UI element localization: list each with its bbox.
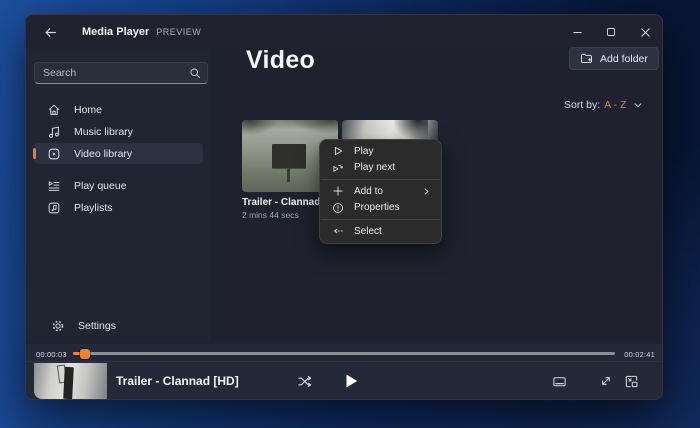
thumbnail-art	[272, 144, 306, 168]
maximize-button[interactable]	[594, 15, 628, 49]
video-library-icon	[47, 147, 61, 161]
media-player-window: Media Player PREVIEW	[25, 14, 663, 400]
shuffle-icon	[297, 374, 312, 389]
play-icon	[342, 372, 360, 390]
sidebar: Home Music library Video library	[26, 49, 211, 342]
close-button[interactable]	[628, 15, 662, 49]
sort-label: Sort by:	[564, 99, 600, 111]
playlists-icon	[47, 201, 61, 215]
subtitles-icon	[552, 374, 567, 389]
gear-icon	[51, 319, 65, 333]
app-title-group: Media Player PREVIEW	[82, 26, 201, 38]
maximize-icon	[606, 27, 616, 37]
sidebar-item-label: Playlists	[74, 202, 113, 214]
add-icon	[332, 185, 344, 197]
search-icon[interactable]	[189, 67, 201, 79]
subtitles-button[interactable]	[547, 362, 571, 400]
menu-item-select[interactable]: Select	[320, 223, 441, 240]
sort-control[interactable]: Sort by: A - Z	[564, 99, 643, 111]
home-icon	[47, 103, 61, 117]
menu-item-label: Properties	[354, 202, 400, 213]
menu-item-play[interactable]: Play	[320, 143, 441, 160]
shuffle-button[interactable]	[292, 362, 316, 400]
menu-item-properties[interactable]: Properties	[320, 200, 441, 217]
play-button[interactable]	[338, 362, 364, 400]
window-controls	[560, 15, 662, 49]
add-folder-icon	[580, 52, 593, 65]
fullscreen-button[interactable]	[594, 362, 618, 400]
seek-handle[interactable]	[80, 349, 90, 359]
context-menu: Play Play next Add to	[319, 139, 442, 244]
sidebar-item-music-library[interactable]: Music library	[34, 121, 203, 142]
sidebar-item-video-library[interactable]: Video library	[34, 143, 203, 164]
play-icon	[332, 145, 344, 157]
sidebar-item-settings[interactable]: Settings	[38, 315, 208, 336]
menu-item-label: Play next	[354, 162, 395, 173]
app-title: Media Player	[82, 26, 149, 38]
sidebar-divider-gap	[30, 165, 207, 174]
elapsed-time: 00:00:03	[36, 350, 67, 359]
menu-item-label: Add to	[354, 186, 412, 197]
total-time: 00:02:41	[624, 350, 655, 359]
info-icon	[332, 202, 344, 214]
back-arrow-icon	[44, 26, 57, 39]
back-button[interactable]	[36, 21, 64, 43]
minimize-icon	[572, 27, 583, 38]
now-playing-thumbnail[interactable]	[34, 363, 107, 399]
titlebar: Media Player PREVIEW	[26, 15, 662, 49]
add-folder-label: Add folder	[600, 53, 648, 65]
menu-item-label: Select	[354, 226, 382, 237]
search-input[interactable]	[43, 67, 189, 79]
menu-item-add-to[interactable]: Add to	[320, 183, 441, 200]
sidebar-item-label: Video library	[74, 148, 132, 160]
sort-value: A - Z	[604, 99, 626, 111]
menu-item-label: Play	[354, 146, 373, 157]
play-queue-icon	[47, 179, 61, 193]
sidebar-item-label: Home	[74, 104, 102, 116]
fullscreen-icon	[599, 374, 613, 388]
minimize-button[interactable]	[560, 15, 594, 49]
seek-bar[interactable]	[73, 352, 615, 355]
sidebar-item-playlists[interactable]: Playlists	[34, 197, 203, 218]
desktop-wallpaper: Media Player PREVIEW	[0, 0, 700, 428]
menu-separator	[321, 219, 440, 220]
seek-progress	[73, 352, 84, 355]
add-folder-button[interactable]: Add folder	[569, 47, 659, 70]
chevron-right-icon	[422, 187, 431, 196]
now-playing-title: Trailer - Clannad [HD]	[116, 362, 239, 400]
sidebar-item-label: Play queue	[74, 180, 127, 192]
chevron-down-icon	[633, 100, 643, 110]
play-next-icon	[332, 162, 344, 174]
sidebar-item-home[interactable]: Home	[34, 99, 203, 120]
close-icon	[640, 27, 651, 38]
mini-player-icon	[624, 374, 639, 389]
mini-player-button[interactable]	[619, 362, 643, 400]
music-note-icon	[47, 125, 61, 139]
select-icon	[332, 225, 344, 237]
search-box[interactable]	[34, 62, 208, 84]
page-title: Video	[246, 46, 315, 75]
menu-item-play-next[interactable]: Play next	[320, 160, 441, 177]
preview-badge: PREVIEW	[156, 27, 201, 37]
sidebar-item-label: Music library	[74, 126, 133, 138]
thumbnail-art	[394, 120, 428, 140]
sidebar-nav: Home Music library Video library	[30, 98, 207, 219]
sidebar-item-label: Settings	[78, 320, 116, 332]
sidebar-item-play-queue[interactable]: Play queue	[34, 175, 203, 196]
thumbnail-art	[63, 367, 74, 399]
menu-separator	[321, 179, 440, 180]
now-playing-bar: Trailer - Clannad [HD]	[26, 361, 662, 399]
